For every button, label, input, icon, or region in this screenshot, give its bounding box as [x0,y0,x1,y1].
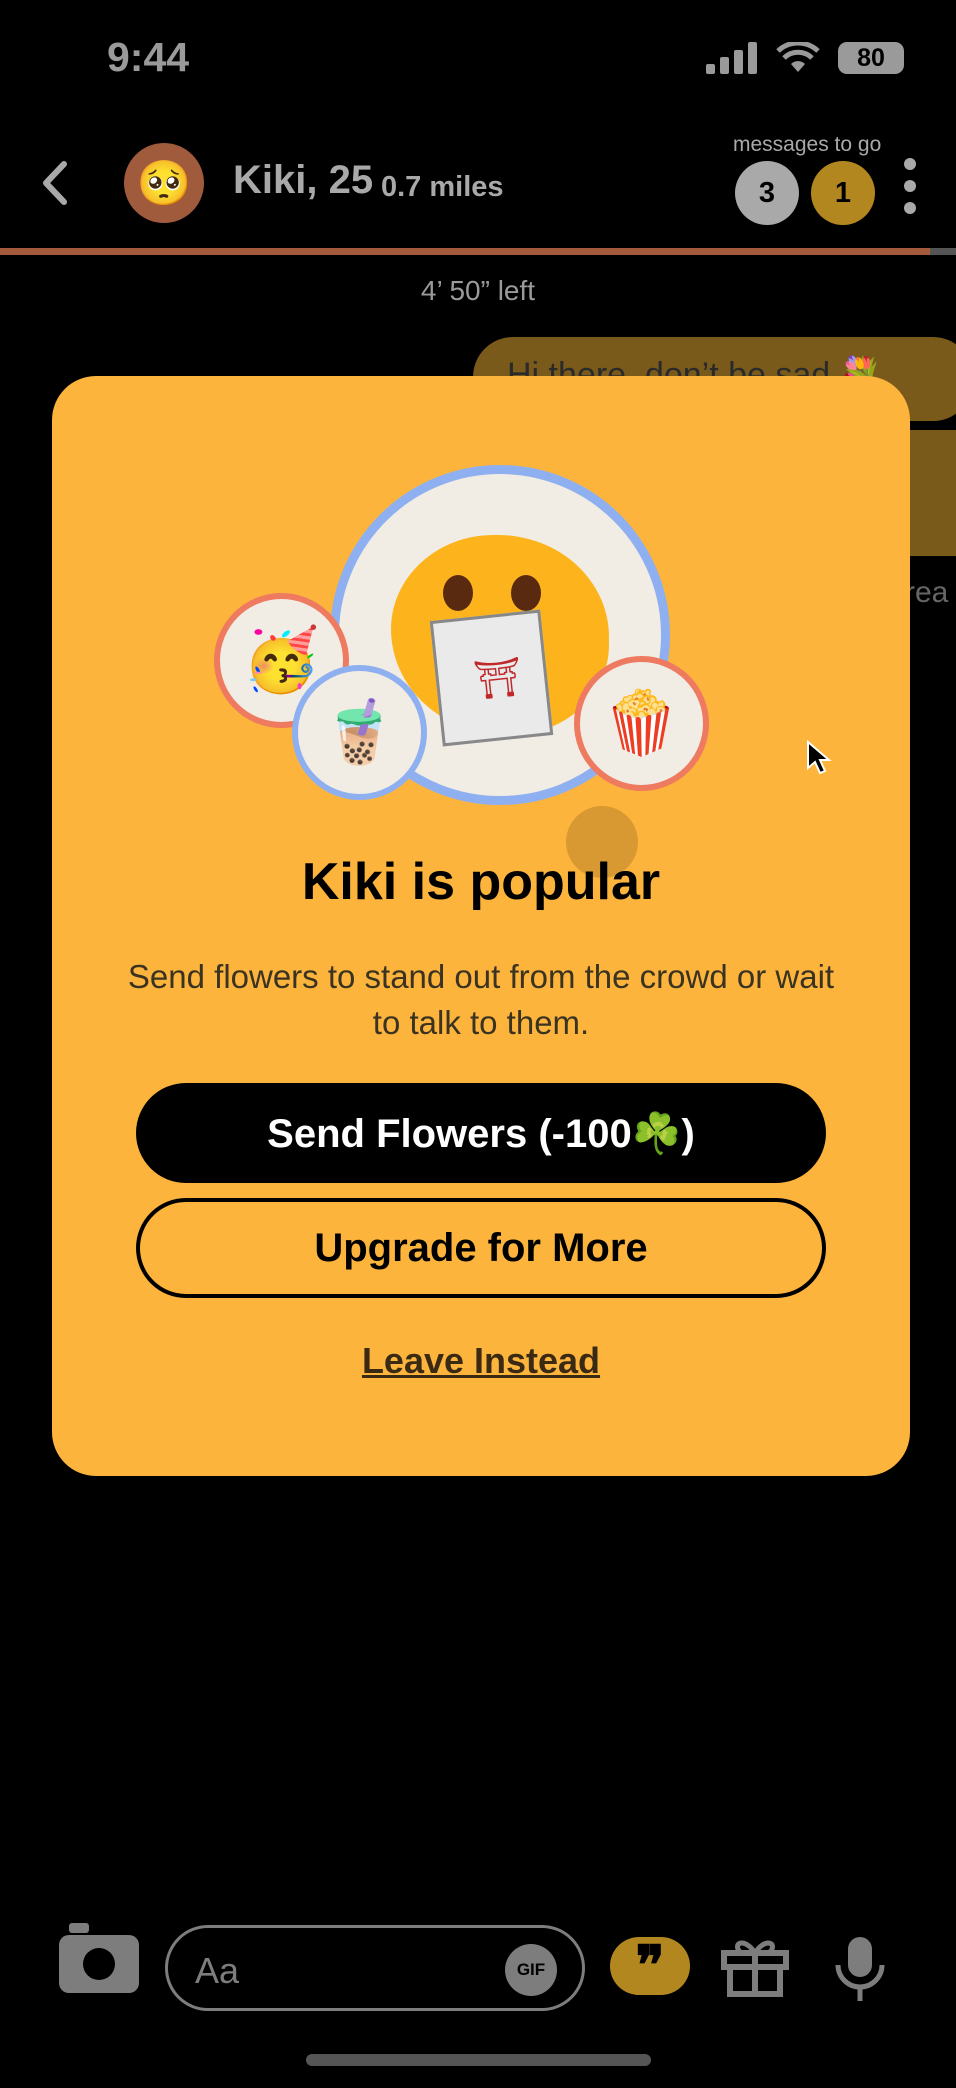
battery-indicator: 80 [838,42,904,74]
messages-to-go-label: messages to go [733,133,882,156]
cellular-signal-icon [706,42,757,74]
message-input-placeholder: Aa [195,1950,240,1991]
match-distance: 0.7 miles [381,171,504,203]
leave-instead-link[interactable]: Leave Instead [52,1340,910,1382]
camera-icon[interactable] [59,1923,139,1993]
takeout-box-icon: ⛩ [429,609,554,747]
popcorn-emoji-icon: 🍿 [574,656,709,791]
back-chevron-icon[interactable] [40,158,70,208]
home-indicator [306,2054,651,2066]
gift-icon[interactable] [720,1935,790,1997]
boba-emoji-icon: 🧋 [292,665,427,800]
wifi-icon [776,42,820,72]
mouse-cursor-icon [807,740,832,775]
status-time: 9:44 [107,34,190,80]
my-messages-badge: 1 [811,161,875,225]
gif-button[interactable]: GIF [505,1944,557,1996]
time-left-text: 4’ 50” left [420,275,536,306]
read-receipt: rea [905,576,949,609]
send-flowers-button[interactable]: Send Flowers (-100☘️) [136,1083,826,1183]
microphone-icon[interactable] [832,1935,888,2003]
timer-progress [0,248,930,255]
upgrade-button[interactable]: Upgrade for More [136,1198,826,1298]
match-name[interactable]: Kiki, 25 [233,158,373,203]
avatar[interactable]: 🥺 [124,143,204,223]
status-icons: 80 [706,42,904,74]
modal-description: Send flowers to stand out from the crowd… [127,958,835,1041]
more-options-icon[interactable] [904,158,916,214]
their-messages-badge: 3 [735,161,799,225]
quote-button[interactable]: ❞ [610,1937,690,1995]
modal-title: Kiki is popular [301,853,661,911]
